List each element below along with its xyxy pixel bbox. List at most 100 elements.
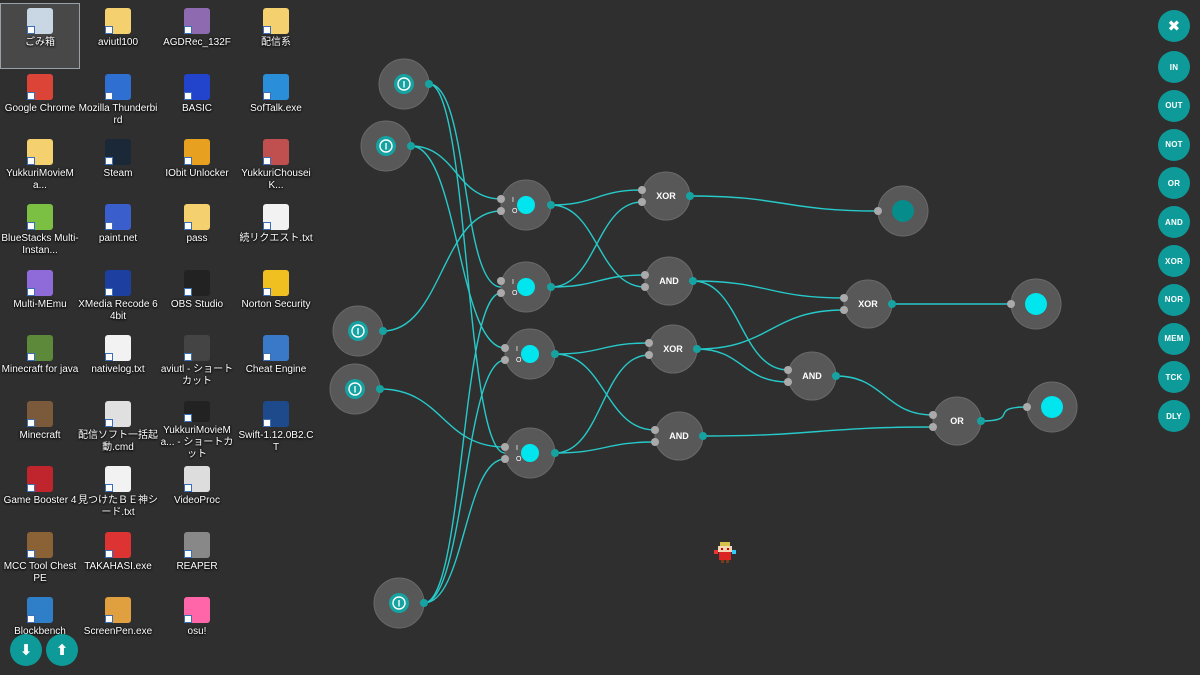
output-port[interactable]	[420, 599, 428, 607]
gate-label: AND	[669, 431, 689, 441]
output-port[interactable]	[547, 201, 555, 209]
output-port[interactable]	[551, 449, 559, 457]
tool-and-button[interactable]: AND	[1158, 206, 1190, 239]
output-port[interactable]	[547, 283, 555, 291]
input-port[interactable]	[840, 306, 848, 314]
input-port[interactable]	[874, 207, 882, 215]
input-port[interactable]	[501, 356, 509, 364]
input-port[interactable]	[497, 207, 505, 215]
wire	[980, 406, 1028, 422]
input-port[interactable]	[497, 289, 505, 297]
selector-port-label: I	[516, 445, 518, 452]
node-layer: IIIIIIOIOIOIOXORANDXORANDXORANDOR	[329, 58, 1078, 629]
output-port[interactable]	[379, 327, 387, 335]
output-port[interactable]	[425, 80, 433, 88]
input-symbol: I	[385, 142, 388, 152]
led-on-indicator	[517, 278, 535, 296]
output-port[interactable]	[686, 192, 694, 200]
wire	[550, 204, 646, 288]
input-port[interactable]	[497, 195, 505, 203]
gate-label: XOR	[858, 299, 878, 309]
tool-nor-button[interactable]: NOR	[1158, 283, 1190, 316]
tool-label: DLY	[1166, 411, 1182, 421]
output-port[interactable]	[977, 417, 985, 425]
input-port[interactable]	[1023, 403, 1031, 411]
selector-port-label: I	[512, 279, 514, 286]
wire	[550, 189, 643, 206]
tool-label: OUT	[1165, 101, 1183, 111]
output-port[interactable]	[551, 350, 559, 358]
selector-port-label: I	[516, 346, 518, 353]
close-button[interactable]: ✖	[1158, 10, 1190, 42]
tool-not-button[interactable]: NOT	[1158, 128, 1190, 161]
tool-label: AND	[1165, 217, 1183, 227]
input-port[interactable]	[651, 426, 659, 434]
gate-label: XOR	[656, 191, 676, 201]
tool-label: TCK	[1165, 372, 1183, 382]
output-port[interactable]	[832, 372, 840, 380]
wire	[554, 354, 650, 454]
output-port[interactable]	[699, 432, 707, 440]
input-port[interactable]	[501, 455, 509, 463]
wire	[554, 441, 656, 454]
tool-label: IN	[1169, 62, 1179, 72]
output-led-indicator	[1041, 396, 1063, 418]
wire	[696, 309, 845, 350]
input-port[interactable]	[497, 277, 505, 285]
output-led-indicator	[892, 200, 914, 222]
pixel-character-sprite	[714, 542, 736, 563]
input-port[interactable]	[929, 423, 937, 431]
input-port[interactable]	[784, 366, 792, 374]
input-port[interactable]	[641, 283, 649, 291]
input-port[interactable]	[638, 198, 646, 206]
tool-in-button[interactable]: IN	[1158, 51, 1190, 83]
wire-layer	[379, 83, 1028, 604]
output-port[interactable]	[693, 345, 701, 353]
input-port[interactable]	[651, 438, 659, 446]
tool-label: OR	[1167, 178, 1181, 188]
input-port[interactable]	[638, 186, 646, 194]
wire	[554, 353, 656, 431]
input-port[interactable]	[501, 443, 509, 451]
input-port[interactable]	[840, 294, 848, 302]
output-led-indicator	[1025, 293, 1047, 315]
wire	[689, 195, 879, 212]
tool-out-button[interactable]: OUT	[1158, 89, 1190, 122]
led-on-indicator	[521, 444, 539, 462]
input-symbol: I	[403, 80, 406, 90]
selector-port-label: O	[516, 357, 522, 364]
tool-dly-button[interactable]: DLY	[1158, 400, 1190, 433]
logic-circuit-canvas[interactable]: IIIIIIOIOIOIOXORANDXORANDXORANDOR	[0, 0, 1200, 675]
tool-label: NOR	[1164, 295, 1184, 305]
input-port[interactable]	[784, 378, 792, 386]
close-icon: ✖	[1167, 18, 1181, 35]
tool-xor-button[interactable]: XOR	[1158, 245, 1190, 277]
input-port[interactable]	[645, 351, 653, 359]
input-port[interactable]	[641, 271, 649, 279]
output-port[interactable]	[407, 142, 415, 150]
selector-port-label: O	[512, 290, 518, 297]
input-port[interactable]	[645, 339, 653, 347]
input-symbol: I	[398, 599, 401, 609]
output-port[interactable]	[888, 300, 896, 308]
input-symbol: I	[354, 385, 357, 395]
input-port[interactable]	[501, 344, 509, 352]
input-port[interactable]	[929, 411, 937, 419]
wire	[550, 274, 646, 288]
wire	[423, 359, 506, 604]
led-on-indicator	[517, 196, 535, 214]
selector-port-label: O	[512, 208, 518, 215]
gate-label: AND	[659, 276, 679, 286]
output-port[interactable]	[376, 385, 384, 393]
wire	[428, 83, 502, 288]
wire	[692, 280, 789, 371]
output-port[interactable]	[689, 277, 697, 285]
wire	[382, 210, 502, 332]
gate-label: OR	[950, 416, 964, 426]
wire	[410, 145, 506, 349]
wire	[550, 201, 643, 288]
tool-mem-button[interactable]: MEM	[1158, 322, 1190, 355]
gate-label: AND	[802, 371, 822, 381]
input-port[interactable]	[1007, 300, 1015, 308]
tool-label: XOR	[1165, 256, 1183, 266]
